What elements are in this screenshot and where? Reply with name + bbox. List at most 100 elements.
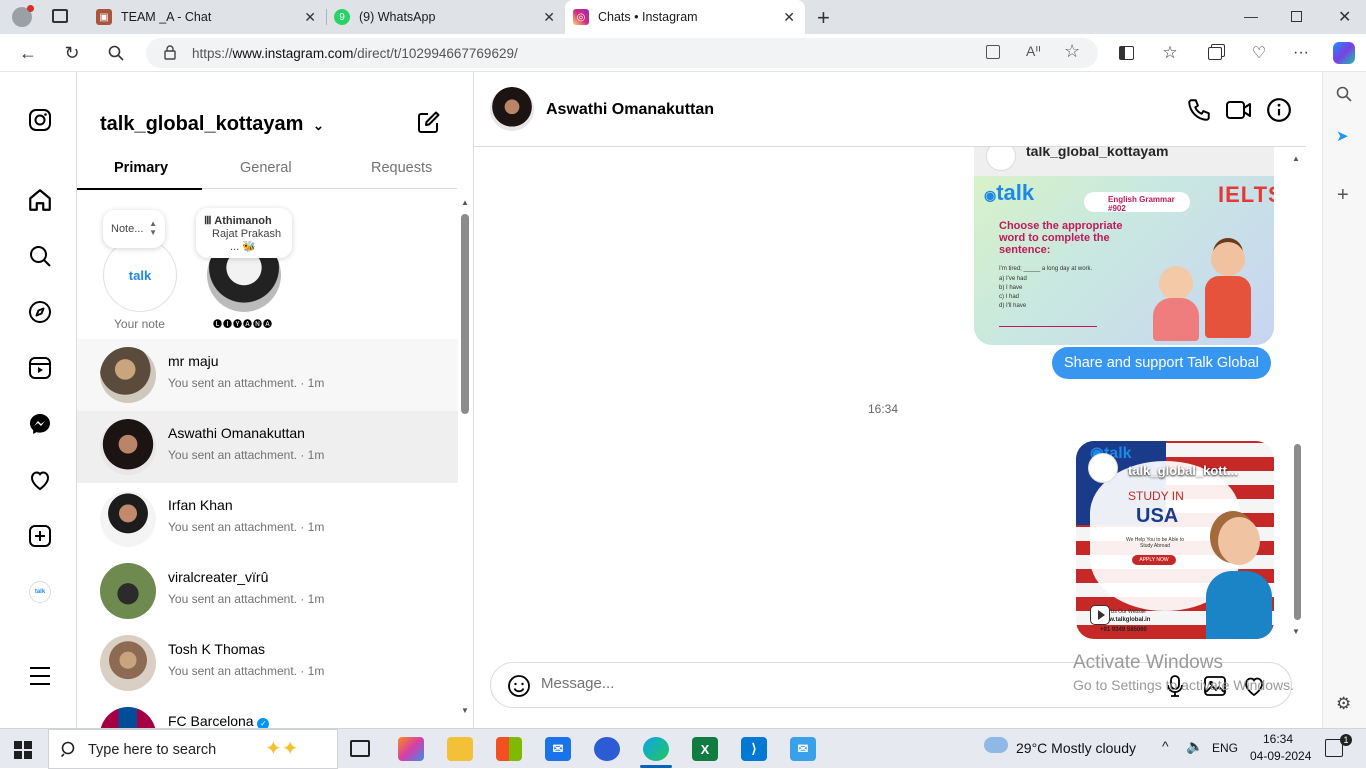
tab-instagram[interactable]: ◎ Chats • Instagram ✕	[565, 0, 805, 34]
new-message-icon[interactable]	[417, 110, 441, 139]
avatar	[100, 491, 156, 547]
read-aloud-icon[interactable]: Aᐦ	[1026, 43, 1041, 60]
scroll-up-icon[interactable]: ▲	[461, 198, 469, 207]
instagram-logo-icon[interactable]	[26, 106, 54, 134]
volume-icon[interactable]: 🔈	[1186, 738, 1203, 755]
close-window-icon[interactable]: ✕	[1338, 7, 1351, 27]
copilot-icon[interactable]	[1333, 42, 1355, 64]
chevron-up-icon[interactable]: ^	[1162, 738, 1169, 754]
thread-row[interactable]: FC Barcelona ✓	[77, 699, 458, 728]
windows-taskbar: Type here to search ✦✦ ✉ X ⟩ ✉ 29°C Most…	[0, 728, 1366, 769]
task-view-icon[interactable]	[350, 740, 370, 757]
explore-compass-icon[interactable]	[26, 298, 54, 326]
account-switcher[interactable]: talk_global_kottayam ⌄	[100, 113, 324, 136]
collections-icon[interactable]	[1205, 43, 1225, 63]
weather-cloud-icon[interactable]	[984, 737, 1008, 753]
emoji-icon[interactable]	[507, 674, 531, 703]
profile-avatar-icon[interactable]	[12, 5, 34, 27]
taskbar-search[interactable]: Type here to search ✦✦	[48, 729, 338, 769]
performance-icon[interactable]: ♡	[1249, 43, 1269, 63]
whatsapp-icon: 9	[334, 9, 350, 25]
scroll-down-icon[interactable]: ▼	[1292, 627, 1300, 636]
tab-teams-chat[interactable]: ▣ TEAM _A - Chat ✕	[86, 0, 326, 34]
file-explorer-icon[interactable]	[447, 737, 473, 761]
copilot-app-icon[interactable]	[398, 737, 424, 761]
shared-post-grammar[interactable]: talk_global_kottayam ◉talk English Gramm…	[974, 147, 1274, 345]
thread-row[interactable]: mr maju You sent an attachment. · 1m	[77, 339, 458, 411]
store-icon[interactable]	[496, 737, 522, 761]
favorites-icon[interactable]: ☆	[1160, 43, 1180, 63]
clock-date[interactable]: 04-09-2024	[1250, 749, 1311, 763]
restore-icon[interactable]	[1291, 11, 1302, 22]
search-icon	[60, 741, 77, 762]
windows-start-icon[interactable]	[14, 741, 32, 759]
tab-general[interactable]: General	[240, 160, 292, 176]
url-text[interactable]: https://www.instagram.com/direct/t/10299…	[192, 46, 518, 61]
search-icon[interactable]	[106, 43, 126, 63]
add-icon[interactable]: +	[1337, 184, 1349, 207]
shared-reel-usa[interactable]: ◉talk talk_global_kott... STUDY IN USA W…	[1076, 441, 1274, 639]
messenger-icon[interactable]	[26, 410, 54, 438]
telegram-icon[interactable]: ➤	[1336, 127, 1349, 145]
vscode-icon[interactable]: ⟩	[741, 737, 767, 761]
app-circle-icon[interactable]	[594, 737, 620, 761]
create-plus-icon[interactable]	[26, 522, 54, 550]
post-question: I'm tired; _____ a long day at work.	[999, 266, 1093, 272]
refresh-icon[interactable]: ↻	[62, 43, 82, 63]
more-options-icon[interactable]: ···	[1291, 43, 1311, 63]
minimize-icon[interactable]: —	[1244, 8, 1258, 24]
tab-whatsapp[interactable]: 9 (9) WhatsApp ✕	[327, 0, 565, 34]
search-icon[interactable]	[1336, 86, 1352, 107]
back-icon[interactable]: ←	[18, 43, 38, 63]
search-icon[interactable]	[26, 242, 54, 270]
peer-name[interactable]: Aswathi Omanakuttan	[546, 101, 714, 119]
info-icon[interactable]	[1266, 97, 1292, 128]
split-screen-icon[interactable]	[1116, 43, 1136, 63]
clock-time[interactable]: 16:34	[1263, 732, 1293, 746]
new-tab-icon[interactable]: +	[817, 5, 830, 31]
friend-note-bubble[interactable]: Ⅲ Athimanoh Rajat Prakash ... 🐝	[196, 208, 292, 258]
home-icon[interactable]	[26, 186, 54, 214]
tab-primary[interactable]: Primary	[114, 160, 168, 176]
address-bar[interactable]: https://www.instagram.com/direct/t/10299…	[146, 38, 1098, 68]
post-country: USA	[1136, 505, 1179, 527]
lock-icon[interactable]	[164, 45, 176, 65]
note-bubble[interactable]: Note... ▲ ▼	[103, 210, 165, 248]
weather-text[interactable]: 29°C Mostly cloudy	[1016, 740, 1136, 756]
reels-icon[interactable]	[26, 354, 54, 382]
thread-row[interactable]: viralcreater_vïrû You sent an attachment…	[77, 555, 458, 627]
talk-logo: ◉talk	[984, 180, 1035, 205]
scroll-up-icon[interactable]: ▲	[1292, 154, 1300, 163]
tab-actions-icon[interactable]	[52, 9, 68, 23]
close-icon[interactable]: ✕	[304, 9, 316, 26]
peer-avatar[interactable]	[490, 87, 534, 131]
edge-icon[interactable]	[643, 737, 669, 761]
thread-row[interactable]: Aswathi Omanakuttan You sent an attachme…	[77, 411, 458, 483]
thread-row[interactable]: Tosh K Thomas You sent an attachment. · …	[77, 627, 458, 699]
your-note-avatar[interactable]: talk	[103, 238, 177, 312]
browser-tab-strip: ▣ TEAM _A - Chat ✕ 9 (9) WhatsApp ✕ ◎ Ch…	[0, 0, 1366, 34]
language-indicator[interactable]: ENG	[1212, 741, 1238, 755]
heart-notifications-icon[interactable]	[26, 466, 54, 494]
mail-app-icon[interactable]: ✉	[790, 737, 816, 761]
inbox-scrollbar[interactable]	[461, 214, 469, 414]
close-icon[interactable]: ✕	[543, 9, 555, 26]
edge-sidebar: ➤ + ⚙	[1322, 72, 1366, 728]
settings-gear-icon[interactable]: ⚙	[1336, 694, 1351, 714]
phone-call-icon[interactable]	[1186, 97, 1212, 128]
thread-row[interactable]: Irfan Khan You sent an attachment. · 1m	[77, 483, 458, 555]
profile-avatar-icon[interactable]: talk	[26, 578, 54, 606]
tab-requests[interactable]: Requests	[371, 160, 432, 176]
sent-message-bubble[interactable]: Share and support Talk Global	[1052, 347, 1271, 379]
video-call-icon[interactable]	[1225, 97, 1253, 128]
favorite-star-icon[interactable]: ☆	[1064, 41, 1080, 62]
chevron-down-icon: ⌄	[312, 118, 324, 133]
apps-icon[interactable]	[986, 45, 1000, 59]
scroll-down-icon[interactable]: ▼	[461, 706, 469, 715]
chat-scrollbar[interactable]	[1294, 444, 1301, 620]
menu-hamburger-icon[interactable]	[26, 662, 54, 690]
excel-icon[interactable]: X	[692, 737, 718, 761]
mail-icon[interactable]: ✉	[545, 737, 571, 761]
close-icon[interactable]: ✕	[783, 9, 795, 26]
message-input[interactable]	[541, 675, 1061, 692]
